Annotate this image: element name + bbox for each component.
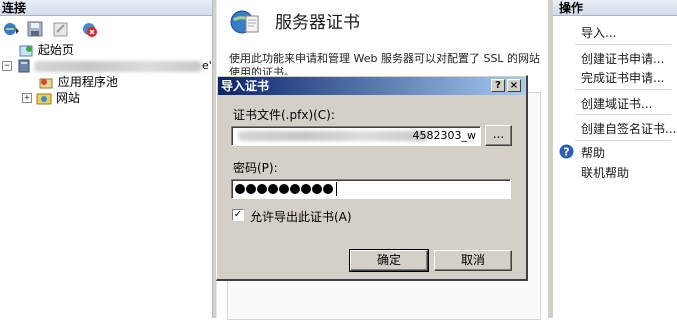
password-dot — [279, 184, 289, 194]
app-pool-icon — [39, 78, 53, 88]
feature-title: 服务器证书 — [275, 13, 360, 33]
actions-pane: 操作 导入... 创建证书申请... 完成证书申请... 创建域证书... 创建… — [553, 0, 677, 318]
browse-button[interactable]: ... — [485, 125, 512, 146]
divider — [575, 140, 671, 141]
connections-pane: 连接 起始页 − e' 应用程序池 + 网站 — [0, 0, 212, 318]
allow-export-label: 允许导出此证书(A) — [250, 210, 352, 224]
help-icon: ? — [559, 144, 574, 159]
svg-text:?: ? — [563, 146, 569, 159]
collapse-icon[interactable]: − — [2, 61, 12, 71]
divider — [575, 114, 671, 115]
actions-header: 操作 — [553, 0, 677, 16]
action-online-help[interactable]: 联机帮助 — [581, 164, 629, 181]
action-help[interactable]: 帮助 — [581, 144, 605, 161]
action-create-self-signed[interactable]: 创建自签名证书... — [581, 120, 676, 137]
divider — [575, 89, 671, 90]
save-icon[interactable] — [26, 20, 44, 38]
certificate-feature-icon — [230, 10, 259, 34]
cancel-button[interactable]: 取消 — [434, 250, 512, 271]
redacted-file-path — [238, 131, 428, 141]
ok-button[interactable]: 确定 — [349, 249, 429, 272]
connections-toolbar — [0, 18, 212, 40]
disconnect-icon[interactable] — [80, 20, 98, 38]
action-create-domain-cert[interactable]: 创建域证书... — [581, 95, 652, 112]
back-icon[interactable] — [52, 20, 70, 38]
tree-item-server[interactable]: − e' — [2, 58, 212, 74]
password-dot — [301, 184, 311, 194]
password-input[interactable] — [231, 179, 511, 199]
close-title-button[interactable]: × — [507, 79, 521, 92]
password-label: 密码(P): — [233, 161, 278, 175]
start-page-icon — [19, 45, 33, 56]
allow-export-checkbox[interactable]: ✓ — [232, 209, 244, 221]
redacted-server-name — [34, 61, 202, 72]
action-complete-request[interactable]: 完成证书申请... — [581, 69, 664, 86]
password-dot — [235, 184, 245, 194]
connections-header: 连接 — [0, 0, 212, 16]
tree-item-app-pools[interactable]: 应用程序池 — [38, 74, 118, 90]
server-icon — [18, 59, 30, 73]
password-dot — [323, 184, 333, 194]
import-certificate-dialog: 导入证书 ? × 证书文件(.pfx)(C): 4582303_w ... 密码… — [216, 75, 528, 281]
tree-item-start-page[interactable]: 起始页 — [18, 42, 74, 58]
sites-folder-icon — [36, 93, 52, 105]
tree-label-start-page: 起始页 — [37, 43, 74, 57]
password-dot — [290, 184, 300, 194]
dialog-titlebar[interactable]: 导入证书 ? × — [218, 77, 525, 95]
action-create-request[interactable]: 创建证书申请... — [581, 50, 664, 67]
certificate-file-input[interactable]: 4582303_w — [231, 126, 481, 146]
tree-label-sites: 网站 — [56, 91, 81, 105]
password-dot — [257, 184, 267, 194]
action-import[interactable]: 导入... — [581, 24, 616, 41]
expand-icon[interactable]: + — [22, 93, 32, 103]
password-dot — [268, 184, 278, 194]
tree-label-app-pools: 应用程序池 — [57, 75, 118, 89]
server-name-suffix: e' — [202, 59, 212, 72]
divider — [575, 44, 671, 45]
dialog-title: 导入证书 — [221, 79, 270, 93]
help-title-button[interactable]: ? — [491, 79, 505, 92]
connect-icon[interactable] — [2, 20, 20, 38]
password-dot — [312, 184, 322, 194]
text-cursor — [336, 182, 337, 196]
certificate-file-value: 4582303_w — [412, 129, 477, 142]
certificate-file-label: 证书文件(.pfx)(C): — [233, 108, 335, 122]
password-dot — [246, 184, 256, 194]
password-mask — [235, 182, 334, 195]
checkmark-icon: ✓ — [233, 209, 243, 220]
